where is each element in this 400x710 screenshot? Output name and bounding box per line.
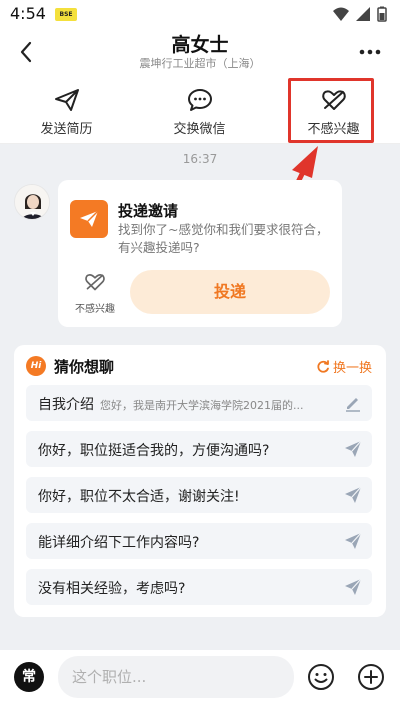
suggestion-item[interactable]: 能详细介绍下工作内容吗? [26, 523, 372, 559]
refresh-label: 换一换 [332, 361, 372, 376]
message-input[interactable] [58, 656, 294, 698]
input-bar: 常 [0, 650, 400, 710]
suggestion-text: 自我介绍 [38, 397, 94, 413]
deliver-button[interactable]: 投递 [130, 270, 330, 314]
refresh-icon [317, 359, 329, 373]
message-timestamp: 16:37 [182, 152, 218, 166]
suggestion-text: 你好，职位挺适合我的，方便沟通吗? [38, 443, 270, 459]
suggestions-title: 猜你想聊 [54, 357, 115, 376]
invite-not-interested-label: 不感兴趣 [75, 304, 115, 315]
broken-heart-icon [85, 274, 105, 291]
suggestion-item[interactable]: 没有相关经验，考虑吗? [26, 569, 372, 605]
suggestion-text: 能详细介绍下工作内容吗? [38, 535, 200, 551]
plus-icon[interactable] [356, 662, 386, 692]
emoji-icon[interactable] [306, 662, 336, 692]
suggestion-text: 你好，职位不太合适，谢谢关注! [38, 489, 240, 505]
suggestion-item[interactable]: 自我介绍 您好，我是南开大学滨海学院2021届的... [26, 385, 372, 421]
invite-description: 找到你了~感觉你和我们要求很符合，有兴趣投递吗? [118, 222, 329, 255]
send-icon[interactable] [344, 532, 362, 550]
send-icon[interactable] [344, 578, 362, 596]
suggestions-card: Hi 猜你想聊 换一换 自我介绍 您好，我是南开大学滨海学院2021届的... 你… [14, 345, 386, 617]
edit-icon[interactable] [344, 394, 362, 412]
invite-not-interested-button[interactable]: 不感兴趣 [70, 272, 120, 315]
invite-card: 投递邀请 找到你了~感觉你和我们要求很符合，有兴趣投递吗? 不感兴趣 投递 [58, 180, 342, 327]
quick-phrases-button[interactable]: 常 [14, 662, 44, 692]
refresh-button[interactable]: 换一换 [316, 357, 372, 376]
suggestion-text: 没有相关经验，考虑吗? [38, 581, 186, 597]
paper-plane-icon [80, 210, 99, 227]
send-icon[interactable] [344, 486, 362, 504]
invite-icon [70, 200, 108, 238]
invite-title: 投递邀请 [118, 202, 179, 220]
hi-logo-icon: Hi [26, 356, 46, 376]
suggestion-preview: 您好，我是南开大学滨海学院2021届的... [100, 399, 304, 412]
suggestion-item[interactable]: 你好，职位挺适合我的，方便沟通吗? [26, 431, 372, 467]
send-icon[interactable] [344, 440, 362, 458]
avatar[interactable] [14, 184, 50, 220]
suggestion-item[interactable]: 你好，职位不太合适，谢谢关注! [26, 477, 372, 513]
suggestions-header: Hi 猜你想聊 [26, 355, 114, 377]
